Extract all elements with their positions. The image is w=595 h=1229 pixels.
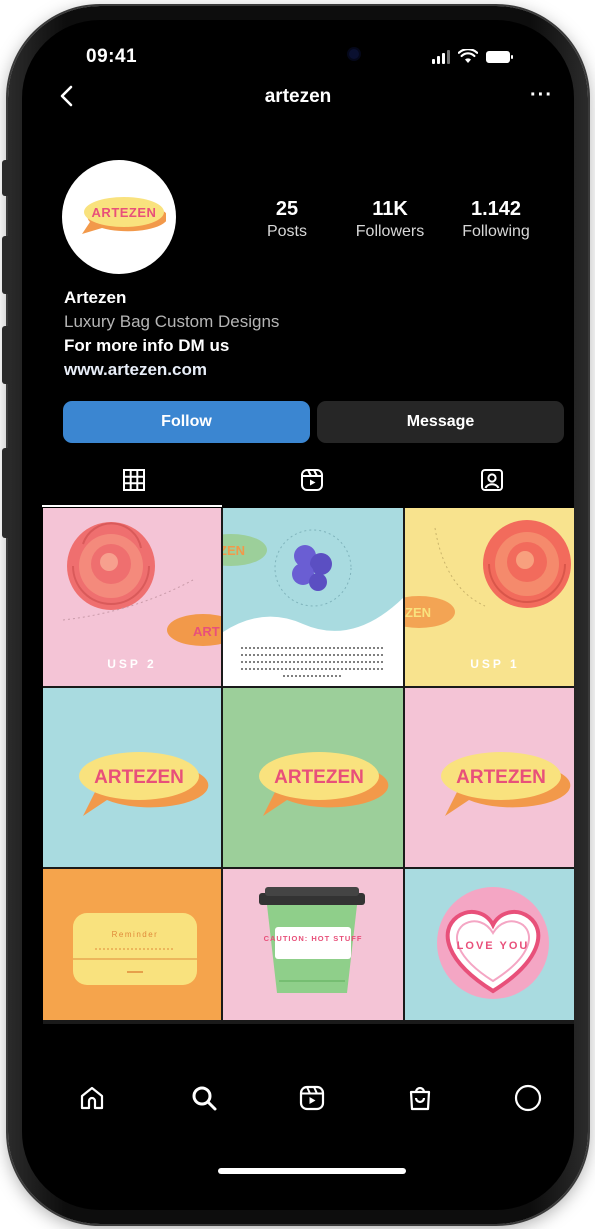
profile-category: Luxury Bag Custom Designs bbox=[64, 312, 280, 331]
post-tile[interactable]: LOVE YOU bbox=[405, 869, 574, 1020]
post-image: ZEN bbox=[223, 508, 403, 686]
phone-volume-up bbox=[2, 236, 10, 294]
post-tile[interactable]: Reminder bbox=[43, 869, 221, 1020]
status-icons bbox=[432, 49, 513, 64]
home-indicator[interactable] bbox=[218, 1168, 406, 1174]
avatar[interactable]: ARTEZEN bbox=[62, 160, 176, 274]
follow-button[interactable]: Follow bbox=[63, 401, 310, 443]
post-logo-text-3: ARTEZEN bbox=[94, 767, 184, 788]
app-screen: 09:41 artezen ··· ARTEZEN 25 Posts 11K F… bbox=[22, 20, 574, 1210]
stat-followers[interactable]: 11K Followers bbox=[340, 198, 440, 241]
wifi-icon bbox=[458, 49, 478, 63]
post-image: ARTEZEN bbox=[405, 688, 574, 867]
followers-count: 11K bbox=[372, 198, 408, 220]
home-icon[interactable] bbox=[78, 1084, 106, 1112]
post-tile[interactable]: ARTEZEN bbox=[43, 688, 221, 867]
posts-label: Posts bbox=[266, 223, 307, 240]
post-image: CAUTION: HOT STUFF bbox=[223, 869, 403, 1020]
post-image: LOVE YOU bbox=[405, 869, 574, 1020]
profile-bio: For more info DM us bbox=[64, 336, 230, 355]
phone-volume-down bbox=[2, 326, 10, 384]
following-label: Following bbox=[462, 223, 530, 240]
avatar-logo-text: ARTEZEN bbox=[92, 205, 157, 220]
active-tab-indicator bbox=[42, 505, 222, 507]
posts-grid: ART USP 2 ZEN bbox=[43, 508, 574, 1024]
post-image: ART USP 2 bbox=[43, 508, 221, 686]
stat-posts[interactable]: 25 Posts bbox=[237, 198, 337, 241]
post-caption-0: USP 2 bbox=[107, 657, 156, 671]
post-image: ARTEZEN bbox=[223, 688, 403, 867]
post-tile[interactable]: ART USP 2 bbox=[43, 508, 221, 686]
shop-icon[interactable] bbox=[406, 1084, 434, 1112]
front-camera bbox=[349, 49, 359, 59]
phone-mute-switch bbox=[2, 160, 10, 196]
svg-text:CAUTION: HOT STUFF: CAUTION: HOT STUFF bbox=[264, 934, 363, 943]
post-logo-text-5: ARTEZEN bbox=[456, 767, 546, 788]
followers-label: Followers bbox=[355, 223, 425, 240]
post-caption-7: CAUTION: HOT STUFF bbox=[264, 934, 363, 943]
reels-nav-icon[interactable] bbox=[298, 1084, 326, 1112]
post-logo-text-2: ZEN bbox=[405, 605, 431, 620]
profile-username: artezen bbox=[264, 86, 332, 107]
post-logo-text-0: ART bbox=[193, 624, 220, 639]
posts-count: 25 bbox=[275, 198, 299, 220]
tagged-icon[interactable] bbox=[480, 468, 504, 492]
post-caption-8: LOVE YOU bbox=[457, 940, 530, 952]
artezen-logo: ARTEZEN bbox=[82, 197, 166, 234]
stat-following[interactable]: 1.142 Following bbox=[446, 198, 546, 241]
post-tile[interactable]: ARTEZEN bbox=[405, 688, 574, 867]
post-logo-text-1: ZEN bbox=[223, 543, 245, 558]
more-options-icon[interactable]: ··· bbox=[530, 84, 553, 107]
phone-power-button bbox=[2, 448, 10, 538]
grid-icon[interactable] bbox=[122, 468, 146, 492]
post-caption-2: USP 1 bbox=[470, 657, 519, 671]
post-tile[interactable]: ZEN bbox=[223, 508, 403, 686]
message-button[interactable]: Message bbox=[317, 401, 564, 443]
search-icon[interactable] bbox=[190, 1084, 218, 1112]
battery-icon bbox=[486, 50, 513, 63]
post-image: ZEN USP 1 bbox=[405, 508, 574, 686]
profile-website-link[interactable]: www.artezen.com bbox=[64, 360, 207, 380]
rose-flower-icon bbox=[483, 520, 571, 608]
profile-icon[interactable] bbox=[514, 1084, 542, 1112]
status-time: 09:41 bbox=[86, 46, 138, 67]
post-logo-text-4: ARTEZEN bbox=[274, 767, 364, 788]
post-tile[interactable]: ZEN USP 1 bbox=[405, 508, 574, 686]
post-caption-6: Reminder bbox=[112, 930, 159, 939]
signal-icon bbox=[432, 49, 450, 64]
post-tile[interactable]: ARTEZEN bbox=[223, 688, 403, 867]
reels-icon[interactable] bbox=[300, 468, 324, 492]
following-count: 1.142 bbox=[470, 198, 522, 220]
rose-flower-icon bbox=[67, 522, 155, 610]
post-image: Reminder bbox=[43, 869, 221, 1020]
post-image: ARTEZEN bbox=[43, 688, 221, 867]
profile-name: Artezen bbox=[64, 288, 127, 307]
post-tile[interactable]: CAUTION: HOT STUFF bbox=[223, 869, 403, 1020]
